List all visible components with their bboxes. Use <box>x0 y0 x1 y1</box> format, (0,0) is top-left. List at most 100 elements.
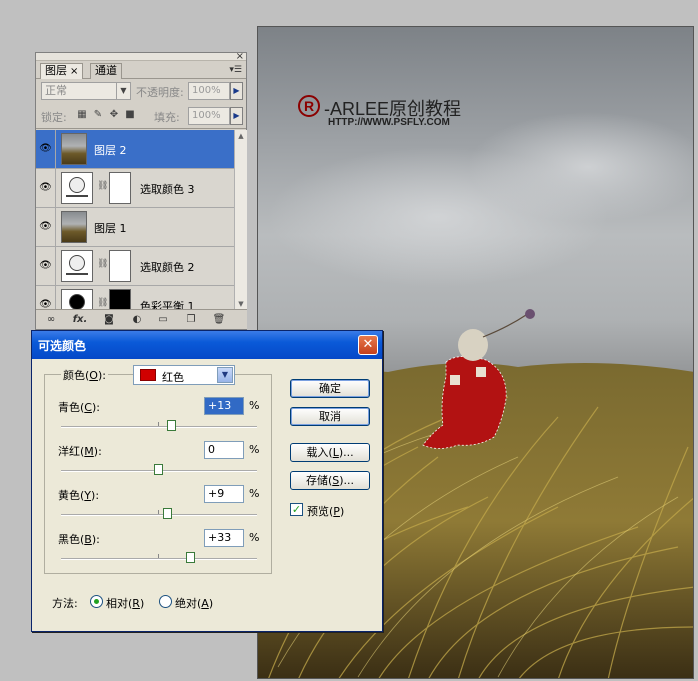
mask-thumbnail <box>109 250 131 282</box>
black-slider-track[interactable] <box>61 552 257 563</box>
adjustment-thumbnail <box>61 172 93 204</box>
method-label: 方法: <box>52 597 78 610</box>
adjustment-thumbnail <box>61 289 93 310</box>
cancel-button[interactable]: 取消 <box>290 407 370 426</box>
opacity-input[interactable]: 100% <box>188 82 230 100</box>
panel-grip[interactable]: × <box>36 51 246 62</box>
relative-radio[interactable] <box>90 595 103 608</box>
eye-icon[interactable]: 👁 <box>36 130 56 168</box>
eye-icon[interactable]: 👁 <box>36 169 56 207</box>
panel-menu-icon[interactable]: ▾☰ <box>229 65 242 75</box>
blend-row: 正常 ▼ 不透明度: 100% ▶ <box>36 79 246 103</box>
absolute-radio[interactable] <box>159 595 172 608</box>
scroll-up-icon[interactable]: ▲ <box>235 130 247 142</box>
mask-thumbnail <box>109 172 131 204</box>
percent-sign: % <box>249 399 260 412</box>
close-icon[interactable]: ✕ <box>358 335 378 355</box>
mask-thumbnail <box>109 289 131 310</box>
folder-icon[interactable]: ▭ <box>156 313 170 327</box>
adjustment-icon[interactable]: ◐ <box>130 313 144 327</box>
cyan-slider-thumb[interactable] <box>166 420 176 431</box>
chevron-down-icon: ▼ <box>217 367 233 383</box>
yellow-slider-track[interactable] <box>61 508 257 519</box>
layer-item[interactable]: 👁 ⛓ 选取颜色 2 <box>36 247 234 286</box>
yellow-slider-thumb[interactable] <box>162 508 172 519</box>
fx-icon[interactable]: fx. <box>70 313 90 327</box>
eye-icon[interactable]: 👁 <box>36 247 56 285</box>
lock-move-icon[interactable]: ✥ <box>108 109 120 121</box>
layers-panel: × 图层 × 通道 ▾☰ 正常 ▼ 不透明度: 100% ▶ 锁定: ▦ ✎ ✥ … <box>35 51 247 330</box>
magenta-slider-thumb[interactable] <box>154 464 163 475</box>
black-input[interactable]: +33 <box>204 529 244 547</box>
fill-arrow-button[interactable]: ▶ <box>230 107 243 125</box>
opacity-label: 不透明度: <box>136 86 184 99</box>
cyan-input[interactable]: +13 <box>204 397 244 415</box>
fill-input[interactable]: 100% <box>188 107 230 125</box>
tab-channels[interactable]: 通道 <box>90 63 122 79</box>
percent-sign: % <box>249 443 260 456</box>
colors-select[interactable]: 红色 ▼ <box>133 365 235 385</box>
opacity-arrow-button[interactable]: ▶ <box>230 82 243 100</box>
fill-label: 填充: <box>154 111 180 124</box>
registered-logo-icon: R <box>298 95 320 117</box>
dialog-title: 可选颜色 <box>38 339 87 353</box>
magenta-input[interactable]: 0 <box>204 441 244 459</box>
absolute-label: 绝对(A) <box>175 597 214 610</box>
percent-sign: % <box>249 531 260 544</box>
magenta-slider-track[interactable] <box>61 464 257 475</box>
magenta-label: 洋红(M): <box>58 445 102 458</box>
layer-list: 👁 图层 2 👁 ⛓ 选取颜色 3 👁 图层 1 👁 ⛓ 选取颜色 2 👁 ⛓ <box>36 130 234 310</box>
chevron-down-icon: ▼ <box>116 83 130 99</box>
save-button[interactable]: 存储(S)... <box>290 471 370 490</box>
mask-icon[interactable]: ◙ <box>102 313 116 327</box>
relative-label: 相对(R) <box>106 597 145 610</box>
black-slider-thumb[interactable] <box>186 552 196 563</box>
new-layer-icon[interactable]: ❐ <box>184 313 198 327</box>
black-label: 黑色(B): <box>58 533 100 546</box>
preview-checkbox[interactable]: ✓ <box>290 503 303 516</box>
layer-item[interactable]: 👁 图层 2 <box>36 130 234 169</box>
layer-name: 选取颜色 2 <box>140 261 195 274</box>
selective-color-dialog: 可选颜色 ✕ 颜色(O): 红色 ▼ 青色(C): +13 % 洋红(M): 0… <box>31 330 383 632</box>
eye-icon[interactable]: 👁 <box>36 286 56 310</box>
dialog-titlebar[interactable]: 可选颜色 ✕ <box>32 331 382 359</box>
lock-all-icon[interactable]: ■ <box>124 109 136 121</box>
watermark-url: HTTP://WWW.PSFLY.COM <box>328 117 450 128</box>
layer-item[interactable]: 👁 ⛓ 选取颜色 3 <box>36 169 234 208</box>
yellow-label: 黄色(Y): <box>58 489 100 502</box>
lock-row: 锁定: ▦ ✎ ✥ ■ 填充: 100% ▶ <box>36 103 246 129</box>
load-button[interactable]: 载入(L)... <box>290 443 370 462</box>
link-icon[interactable]: ∞ <box>44 313 58 327</box>
link-icon: ⛓ <box>97 298 109 308</box>
cyan-slider-track[interactable] <box>61 420 257 431</box>
preview-label: 预览(P) <box>307 505 345 518</box>
lock-label: 锁定: <box>41 111 67 124</box>
blend-mode-select[interactable]: 正常 ▼ <box>41 82 131 100</box>
layer-thumbnail <box>61 211 87 243</box>
cyan-label: 青色(C): <box>58 401 100 414</box>
lock-paint-icon[interactable]: ✎ <box>92 109 104 121</box>
colors-label: 颜色(O): <box>61 367 108 383</box>
adjustment-thumbnail <box>61 250 93 282</box>
tab-close-icon[interactable]: × <box>70 66 78 77</box>
colors-group: 颜色(O): 红色 ▼ 青色(C): +13 % 洋红(M): 0 % 黄色(Y… <box>44 365 272 574</box>
layer-item[interactable]: 👁 ⛓ 色彩平衡 1 <box>36 286 234 310</box>
lock-transparent-icon[interactable]: ▦ <box>76 109 88 121</box>
layers-toolbar: ∞ fx. ◙ ◐ ▭ ❐ 🗑 <box>36 309 247 329</box>
eye-icon[interactable]: 👁 <box>36 208 56 246</box>
layer-name: 选取颜色 3 <box>140 183 195 196</box>
ok-button[interactable]: 确定 <box>290 379 370 398</box>
panel-tabs: 图层 × 通道 ▾☰ <box>36 61 246 79</box>
layer-name: 图层 2 <box>94 144 127 157</box>
link-icon: ⛓ <box>97 259 109 269</box>
layer-item[interactable]: 👁 图层 1 <box>36 208 234 247</box>
yellow-input[interactable]: +9 <box>204 485 244 503</box>
tab-layers[interactable]: 图层 × <box>40 63 84 79</box>
trash-icon[interactable]: 🗑 <box>212 313 226 327</box>
layers-scrollbar[interactable]: ▲ ▼ <box>234 130 247 310</box>
layer-thumbnail <box>61 133 87 165</box>
layer-name: 图层 1 <box>94 222 127 235</box>
colors-select-value: 红色 <box>162 371 184 384</box>
red-swatch <box>140 369 156 381</box>
percent-sign: % <box>249 487 260 500</box>
